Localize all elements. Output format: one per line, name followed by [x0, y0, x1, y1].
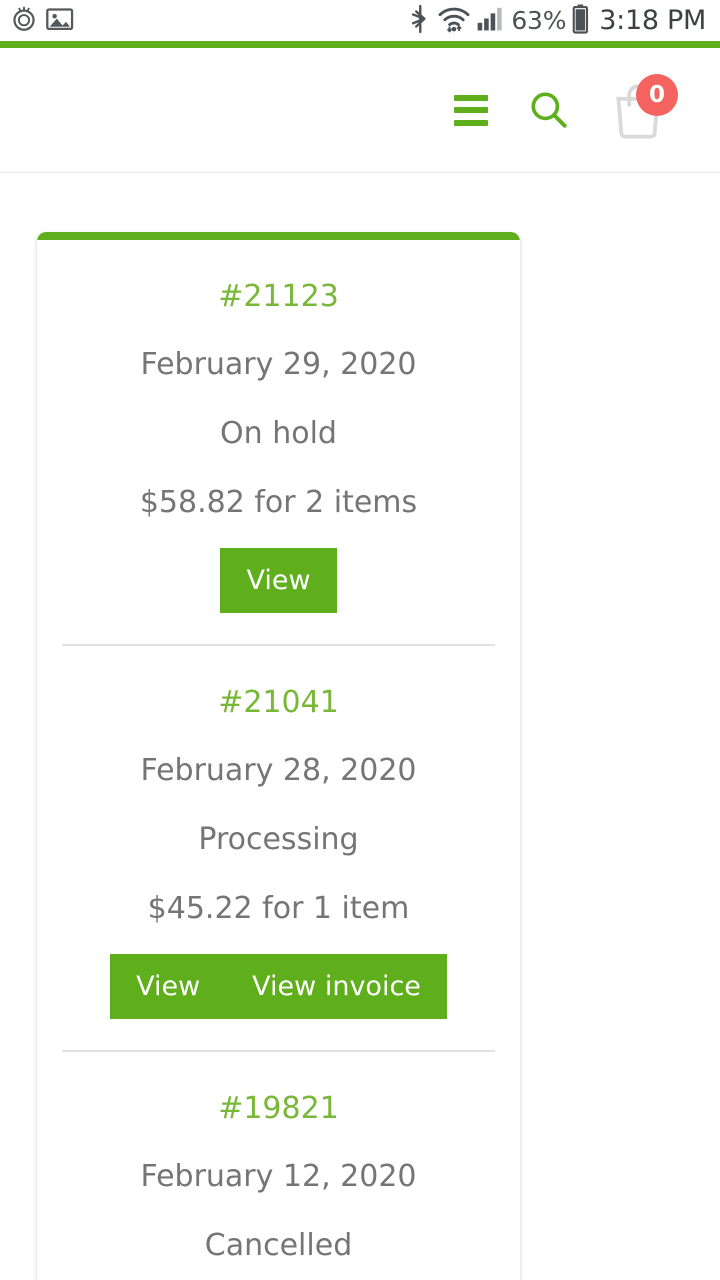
status-bar-left-icons	[10, 5, 74, 37]
bluetooth-icon	[409, 4, 431, 38]
order-total: $58.82 for 2 items	[139, 485, 418, 520]
cart-icon[interactable]: 0	[610, 74, 678, 140]
page-body: #21123 February 29, 2020 On hold $58.82 …	[0, 173, 720, 1280]
signal-icon	[477, 6, 505, 36]
status-bar-right-icons: 63% 3:18 PM	[409, 4, 706, 38]
view-invoice-button[interactable]: View invoice	[226, 954, 447, 1019]
order-date: February 29, 2020	[140, 347, 417, 382]
order-number[interactable]: #21123	[59, 240, 498, 312]
order-actions: View	[59, 518, 498, 644]
order-item: #21041 February 28, 2020 Processing $45.…	[37, 646, 520, 1050]
image-icon	[46, 6, 74, 36]
menu-bar-1	[454, 94, 488, 101]
cart-count-badge: 0	[636, 74, 678, 116]
menu-bar-2	[454, 107, 488, 113]
accent-divider	[0, 41, 720, 48]
order-date: February 12, 2020	[140, 1159, 417, 1194]
orders-card: #21123 February 29, 2020 On hold $58.82 …	[36, 232, 521, 1280]
order-number[interactable]: #19821	[59, 1052, 498, 1124]
order-actions: View View invoice	[59, 924, 498, 1050]
view-order-button[interactable]: View	[110, 954, 227, 1019]
app-header: 0	[0, 48, 720, 173]
battery-percent-label: 63%	[511, 6, 567, 35]
order-status: On hold	[220, 416, 337, 451]
battery-icon	[572, 4, 589, 38]
wifi-icon	[437, 5, 471, 37]
status-bar: 63% 3:18 PM	[0, 0, 720, 41]
card-accent-bar	[37, 232, 520, 240]
order-date: February 28, 2020	[140, 753, 417, 788]
order-total: $45.22 for 1 item	[147, 891, 410, 926]
order-item: #21123 February 29, 2020 On hold $58.82 …	[37, 240, 520, 644]
menu-bar-3	[454, 119, 488, 126]
view-order-button[interactable]: View	[220, 548, 337, 613]
order-status: Processing	[198, 822, 359, 857]
clock-label: 3:18 PM	[599, 5, 706, 36]
order-total: $40.18 for 1 item	[59, 1261, 498, 1280]
order-number[interactable]: #21041	[59, 646, 498, 718]
order-item: #19821 February 12, 2020 Cancelled $40.1…	[37, 1052, 520, 1280]
search-icon[interactable]	[528, 89, 570, 131]
order-status: Cancelled	[204, 1228, 353, 1263]
alarm-icon	[10, 5, 38, 37]
menu-icon[interactable]	[454, 94, 488, 126]
